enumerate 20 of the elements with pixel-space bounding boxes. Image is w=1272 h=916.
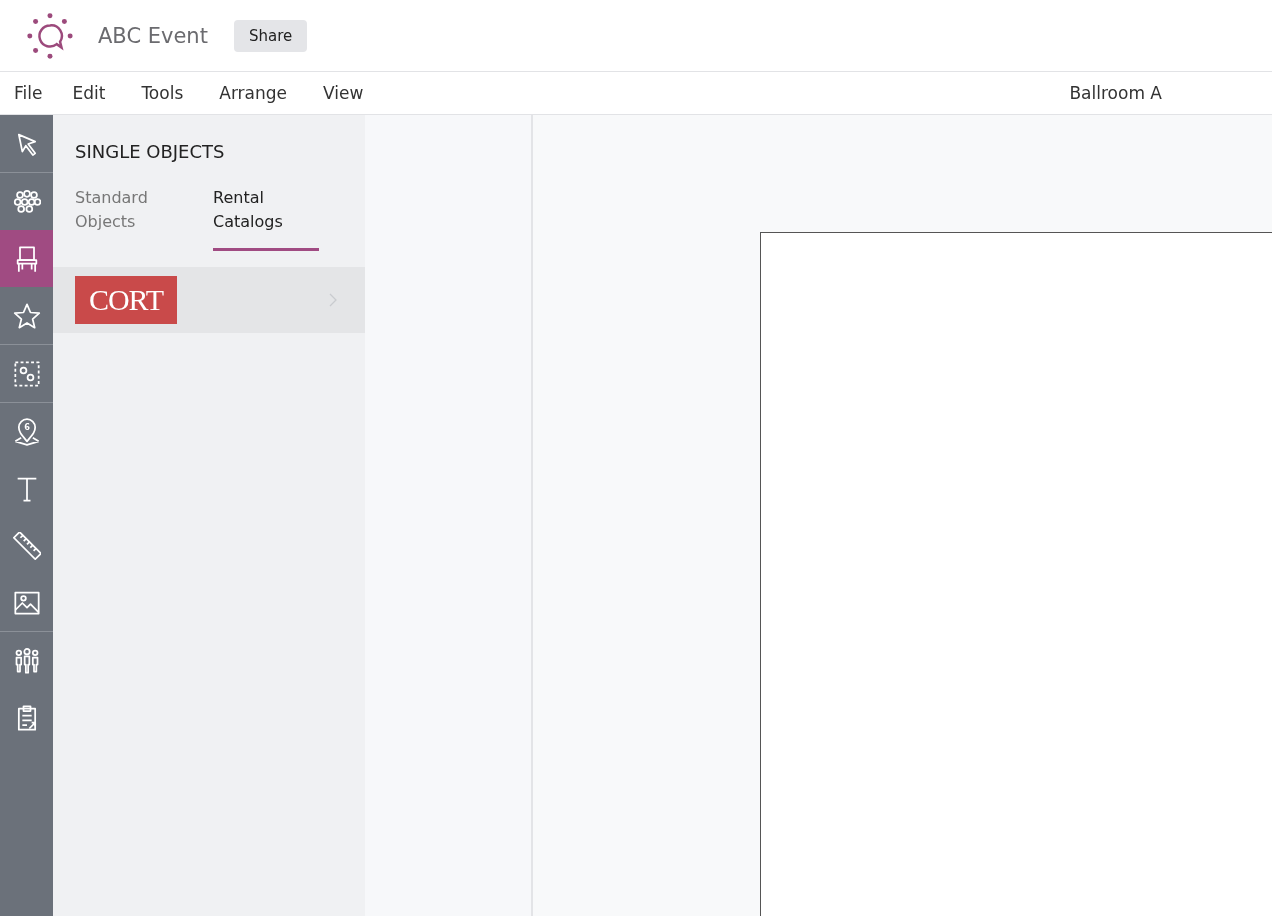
- room-name: Ballroom A: [1069, 83, 1162, 103]
- event-title: ABC Event: [98, 23, 208, 48]
- star-icon: [12, 301, 41, 330]
- panel-tab[interactable]: Rental Catalogs: [213, 186, 319, 251]
- menu-item[interactable]: Arrange: [205, 83, 302, 103]
- tool-button[interactable]: [0, 230, 53, 287]
- menu-item[interactable]: File: [0, 83, 57, 103]
- panel-tab[interactable]: Standard Objects: [75, 186, 181, 251]
- share-button[interactable]: Share: [233, 19, 308, 52]
- panel-title: SINGLE OBJECTS: [74, 140, 226, 162]
- catalog-logo: CORT: [75, 276, 177, 324]
- menu-item[interactable]: Tools: [127, 83, 198, 103]
- circles-icon: [12, 187, 41, 216]
- ruler-icon: [12, 531, 41, 560]
- chevron-right-icon: [329, 293, 337, 307]
- logo-icon: [26, 11, 74, 60]
- menu-item[interactable]: Edit: [58, 83, 120, 103]
- menu-item[interactable]: View: [309, 83, 378, 103]
- tool-button[interactable]: 6: [0, 403, 53, 460]
- catalog-item[interactable]: CORT: [53, 267, 365, 333]
